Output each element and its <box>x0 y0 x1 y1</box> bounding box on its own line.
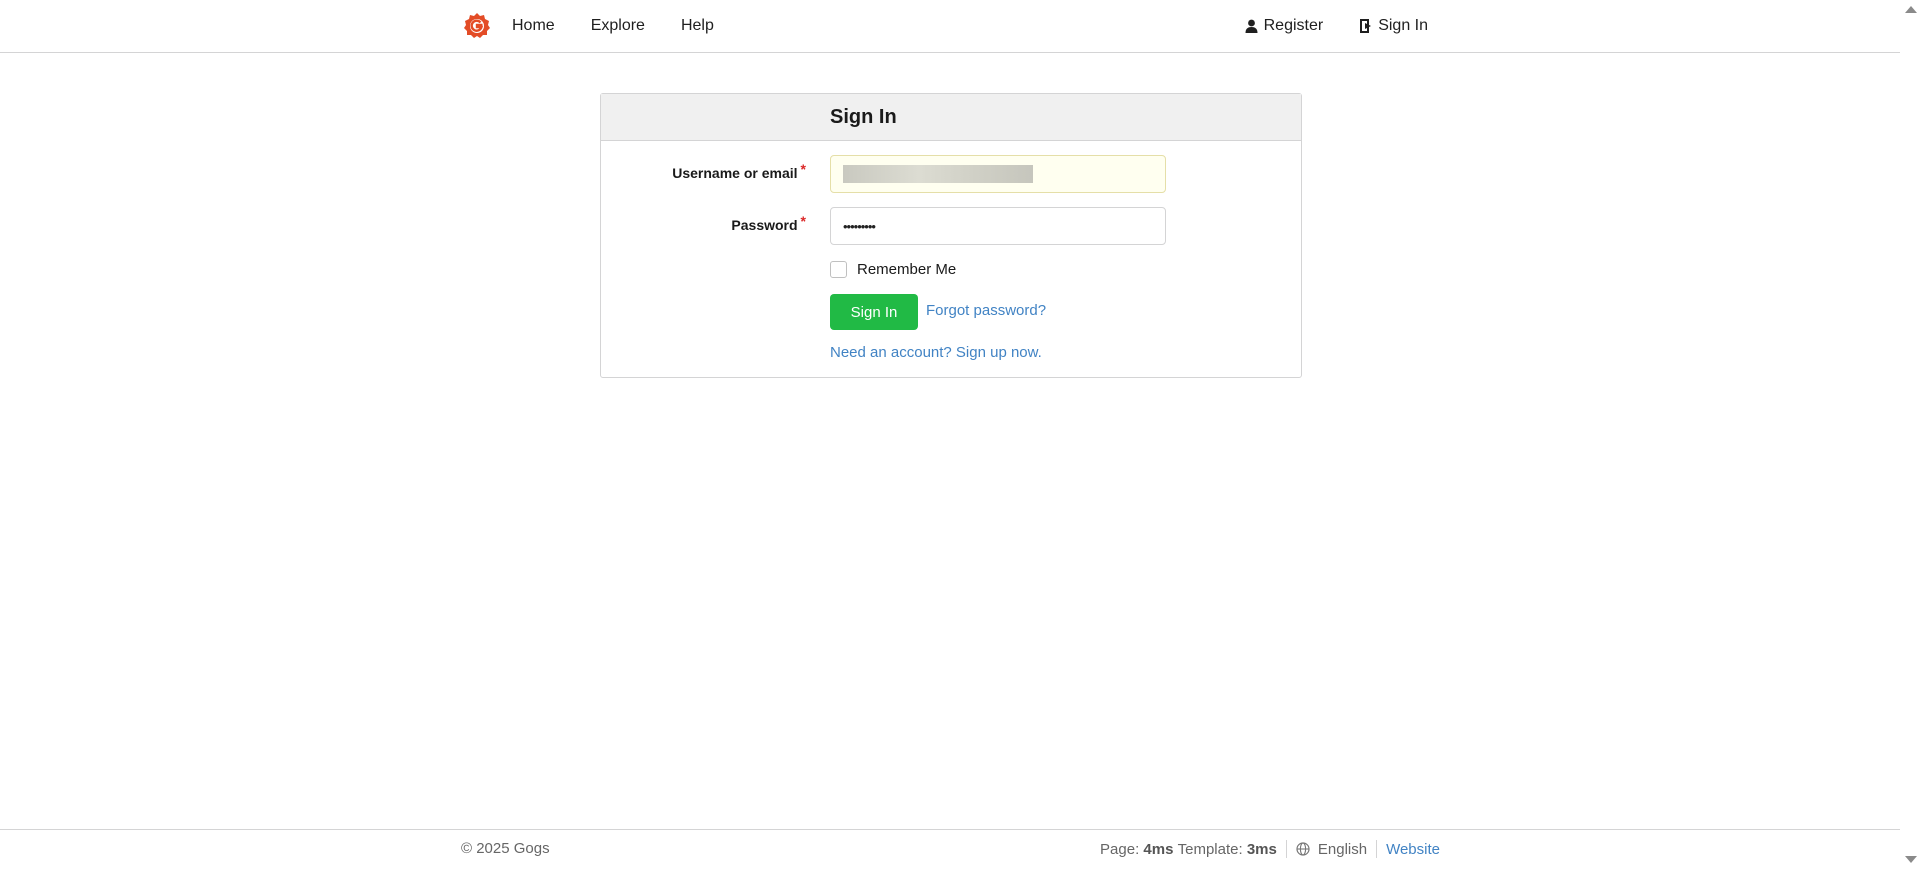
scroll-up-icon[interactable] <box>1905 6 1917 13</box>
password-input[interactable] <box>830 207 1166 245</box>
nav-explore[interactable]: Explore <box>573 0 663 52</box>
gogs-logo-icon[interactable] <box>462 11 492 41</box>
actions-row: Sign In Forgot password? <box>601 294 1301 330</box>
forgot-password-link[interactable]: Forgot password? <box>926 302 1046 319</box>
sign-in-icon <box>1359 18 1372 34</box>
signin-card-header: Sign In <box>601 94 1301 141</box>
nav-home[interactable]: Home <box>512 0 573 52</box>
signup-row: Need an account? Sign up now. <box>601 343 1301 365</box>
scroll-down-icon[interactable] <box>1905 856 1917 863</box>
nav-help[interactable]: Help <box>663 0 732 52</box>
password-label-text: Password <box>731 217 798 233</box>
footer-divider <box>1285 840 1287 858</box>
password-row: Password * <box>601 207 1301 245</box>
page-time-label: Page: <box>1100 840 1140 858</box>
username-row: Username or email * <box>601 155 1301 193</box>
password-label: Password * <box>731 213 806 233</box>
redacted-username <box>843 165 1033 183</box>
register-link[interactable]: Register <box>1209 0 1324 52</box>
navbar-right: Register Sign In <box>1209 0 1428 52</box>
signin-button[interactable]: Sign In <box>830 294 918 330</box>
footer: © 2025 Gogs Page: 4ms Template: 3ms Engl… <box>0 829 1900 869</box>
signup-link[interactable]: Need an account? Sign up now. <box>830 344 1042 361</box>
signin-card: Sign In Username or email* Password* Rem… <box>600 93 1302 378</box>
website-link[interactable]: Website <box>1386 841 1440 858</box>
page-time: 4ms <box>1143 840 1174 858</box>
required-marker: * <box>800 213 806 229</box>
footer-right: Page: 4ms Template: 3ms English Website <box>1100 840 1440 858</box>
username-label: Username or email * <box>672 161 806 181</box>
signin-link[interactable]: Sign In <box>1323 0 1428 52</box>
user-icon <box>1245 19 1258 33</box>
language-label: English <box>1317 840 1368 858</box>
register-label: Register <box>1263 17 1324 34</box>
required-marker: * <box>800 161 806 177</box>
language-selector[interactable]: English <box>1296 841 1367 858</box>
remember-label[interactable]: Remember Me <box>857 261 956 278</box>
globe-icon <box>1296 842 1310 856</box>
signin-label: Sign In <box>1378 17 1428 34</box>
signin-title: Sign In <box>830 106 897 128</box>
username-label-text: Username or email <box>672 165 798 181</box>
template-time: 3ms <box>1246 840 1277 858</box>
template-time-label: Template: <box>1177 840 1243 858</box>
copyright: © 2025 Gogs <box>461 840 550 857</box>
navbar-container: Home Explore Help Register Sign In <box>462 0 1428 52</box>
remember-row: Remember Me <box>601 259 1301 281</box>
top-navbar: Home Explore Help Register Sign In <box>0 0 1900 53</box>
page-scrollbar[interactable] <box>1900 0 1920 869</box>
remember-checkbox[interactable] <box>830 261 847 278</box>
footer-divider <box>1376 840 1378 858</box>
